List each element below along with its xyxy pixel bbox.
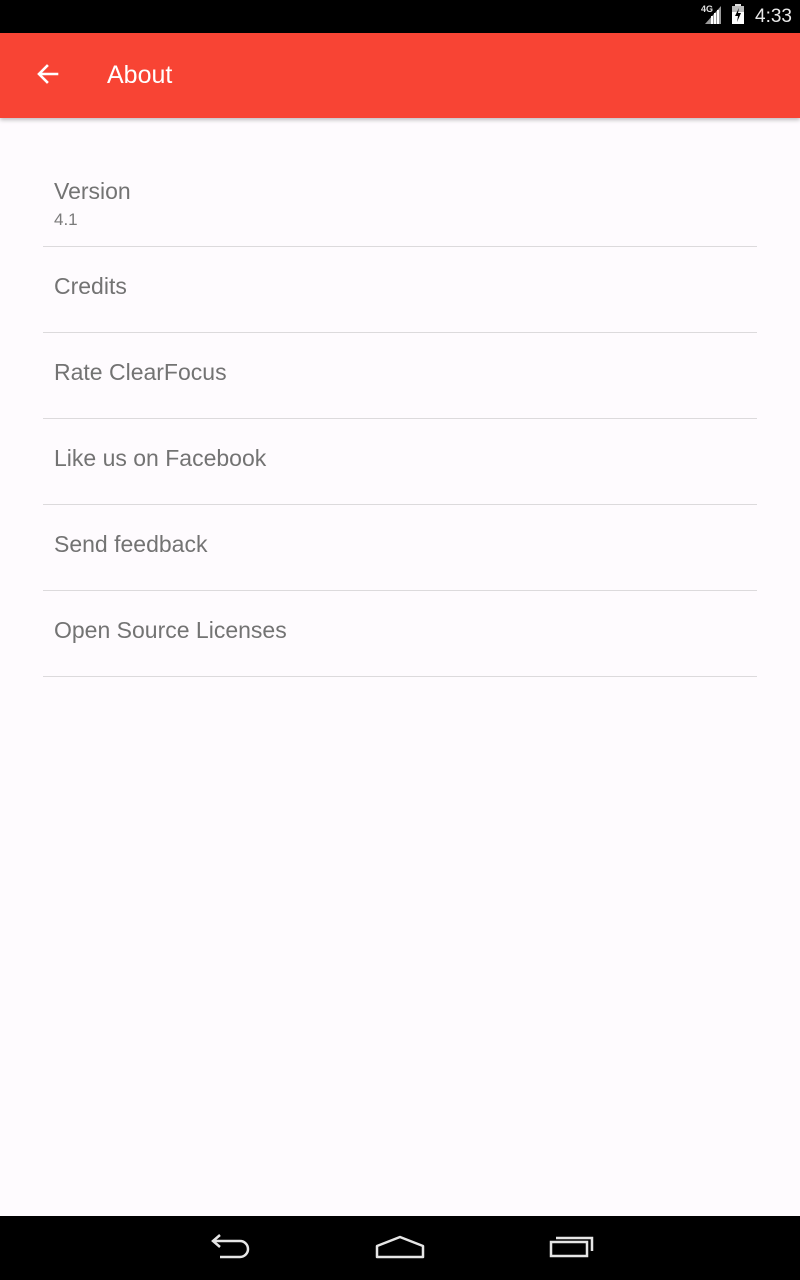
nav-recents-button[interactable] — [522, 1216, 622, 1280]
page-title: About — [107, 61, 173, 89]
recents-icon — [548, 1232, 596, 1265]
list-item-title: Send feedback — [54, 531, 208, 557]
list-item-facebook[interactable]: Like us on Facebook — [43, 419, 757, 505]
status-bar: 4G 4:33 — [0, 0, 800, 33]
toolbar: About — [0, 33, 800, 118]
nav-back-button[interactable] — [180, 1216, 280, 1280]
list-item-title: Rate ClearFocus — [54, 359, 227, 385]
arrow-left-icon — [35, 61, 61, 92]
list-item-title: Like us on Facebook — [54, 445, 267, 471]
signal-4g-icon: 4G — [701, 3, 725, 30]
list-item-title: Credits — [54, 273, 127, 299]
version-value: 4.1 — [54, 210, 78, 229]
list-item-credits[interactable]: Credits — [43, 247, 757, 333]
status-icons: 4G 4:33 — [701, 0, 792, 33]
list-item-title: Open Source Licenses — [54, 617, 287, 643]
home-icon — [374, 1232, 426, 1265]
about-list: Version 4.1 Credits Rate ClearFocus Like… — [43, 160, 757, 677]
svg-text:4G: 4G — [701, 4, 713, 14]
back-button[interactable] — [20, 50, 76, 102]
navigation-bar — [0, 1216, 800, 1280]
list-item-title: Version — [54, 178, 131, 204]
back-icon — [206, 1232, 254, 1265]
list-item-licenses[interactable]: Open Source Licenses — [43, 591, 757, 677]
status-time: 4:33 — [755, 5, 792, 27]
nav-home-button[interactable] — [350, 1216, 450, 1280]
list-item-rate[interactable]: Rate ClearFocus — [43, 333, 757, 419]
list-item-version[interactable]: Version 4.1 — [43, 160, 757, 247]
battery-icon — [731, 3, 745, 30]
list-item-feedback[interactable]: Send feedback — [43, 505, 757, 591]
